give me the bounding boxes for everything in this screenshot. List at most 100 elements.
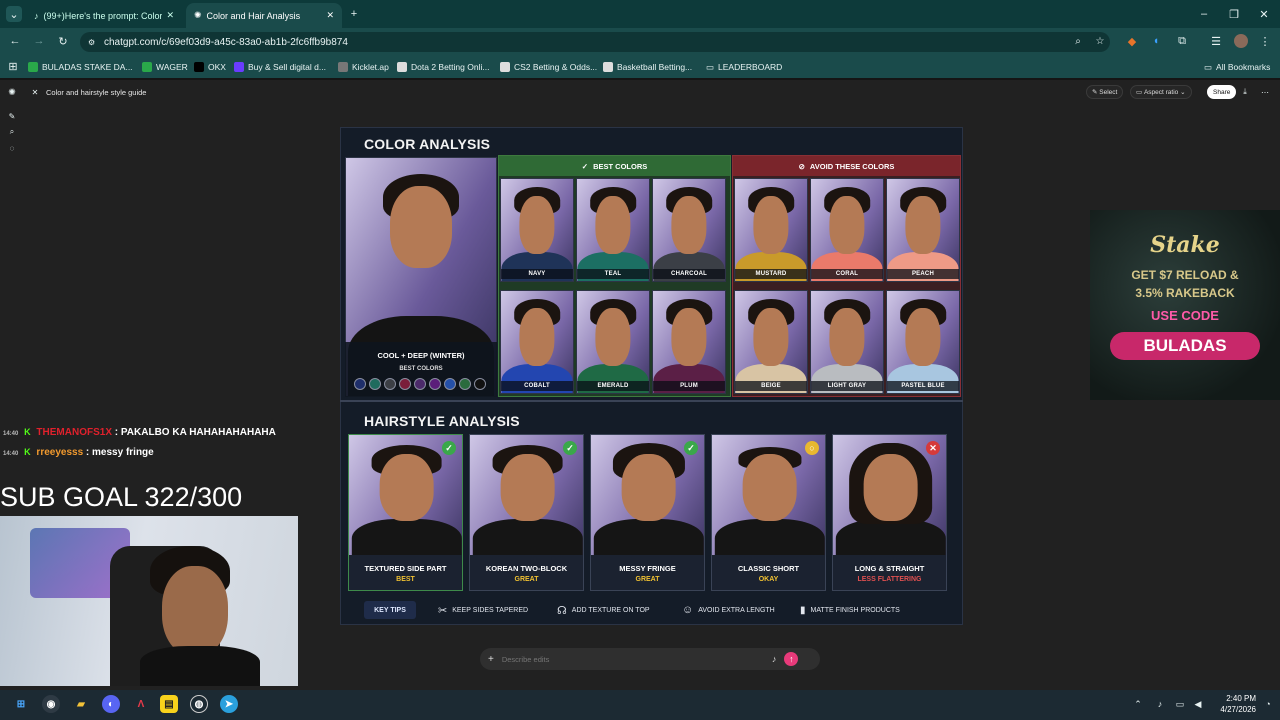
site-info-icon[interactable]: ⚙ bbox=[88, 38, 95, 47]
color-analysis-title: COLOR ANALYSIS bbox=[364, 136, 491, 152]
reading-list-icon[interactable]: ☰ bbox=[1210, 35, 1222, 48]
minimize-icon[interactable]: – bbox=[1196, 6, 1212, 22]
palette-swatch bbox=[459, 378, 471, 390]
hairstyle-name: TEXTURED SIDE PART bbox=[364, 564, 447, 573]
back-icon[interactable]: ← bbox=[8, 34, 22, 48]
address-bar[interactable]: ⚙ chatgpt.com/c/69ef03d9-a45c-83a0-ab1b-… bbox=[80, 32, 1110, 52]
bookmark-kicklet[interactable]: Kicklet.ap bbox=[338, 60, 389, 74]
tab-search-icon[interactable]: ⌄ bbox=[6, 6, 22, 22]
share-button[interactable]: Share bbox=[1207, 85, 1237, 99]
color-name: EMERALD bbox=[577, 381, 649, 391]
file-explorer-icon[interactable]: ▰ bbox=[72, 695, 90, 713]
bookmark-dota2[interactable]: Dota 2 Betting Onli... bbox=[397, 60, 489, 74]
select-button[interactable]: ✎ Select bbox=[1086, 85, 1124, 99]
openai-logo-icon[interactable]: ✺ bbox=[6, 86, 18, 98]
bookmark-basketball[interactable]: Basketball Betting... bbox=[603, 60, 692, 74]
clock-time[interactable]: 2:40 PM bbox=[1216, 694, 1256, 703]
obs-icon[interactable]: ◍ bbox=[190, 695, 208, 713]
extension-audio-icon[interactable]: ◖ bbox=[1150, 35, 1162, 47]
palette-swatch bbox=[384, 378, 396, 390]
bookmark-buladas[interactable]: BULADAS STAKE DA... bbox=[28, 60, 133, 74]
bookmark-star-icon[interactable]: ☆ bbox=[1094, 35, 1106, 47]
new-tab-icon[interactable]: + bbox=[346, 6, 362, 22]
hairstyle-rating: LESS FLATTERING bbox=[857, 576, 922, 583]
app-a-icon[interactable]: Λ bbox=[132, 695, 150, 713]
all-bookmarks[interactable]: ▭ All Bookmarks bbox=[1204, 60, 1270, 74]
describe-edits-input[interactable] bbox=[501, 654, 772, 664]
folder-icon: ▭ bbox=[706, 61, 715, 72]
chrome-icon[interactable]: ◉ bbox=[42, 695, 60, 713]
tab-color-hair[interactable]: ✺ Color and Hair Analysis ✕ bbox=[186, 3, 342, 28]
bookmark-buysell[interactable]: Buy & Sell digital d... bbox=[234, 60, 326, 74]
profile-avatar[interactable] bbox=[1234, 34, 1248, 48]
bookmark-cs2[interactable]: CS2 Betting & Odds... bbox=[500, 60, 597, 74]
bookmark-okx[interactable]: OKX bbox=[194, 60, 226, 74]
color-name: PEACH bbox=[887, 269, 959, 279]
reload-icon[interactable]: ↻ bbox=[56, 34, 70, 48]
close-icon[interactable]: ✕ bbox=[166, 10, 174, 21]
discord-icon[interactable]: ◐ bbox=[102, 695, 120, 713]
ad-line2: 3.5% RAKEBACK bbox=[1135, 286, 1235, 300]
color-name: COBALT bbox=[501, 381, 573, 391]
avoid-color-beige: BEIGE bbox=[734, 290, 808, 394]
color-name: MUSTARD bbox=[735, 269, 807, 279]
telegram-icon[interactable]: ➤ bbox=[220, 695, 238, 713]
more-icon[interactable]: ⋯ bbox=[1260, 87, 1270, 97]
plus-icon[interactable]: + bbox=[488, 654, 494, 665]
hairstyle-card: ✓ KOREAN TWO-BLOCK GREAT bbox=[469, 434, 584, 591]
chat-bubble-icon[interactable]: ◌ bbox=[6, 142, 18, 154]
bookmark-leaderboard[interactable]: ▭ LEADERBOARD bbox=[706, 60, 782, 74]
aspect-ratio-dropdown[interactable]: ▭ Aspect ratio ⌄ bbox=[1130, 85, 1192, 99]
hairstyle-rating: BEST bbox=[396, 576, 415, 583]
color-name: PASTEL BLUE bbox=[887, 381, 959, 391]
send-button[interactable]: ↑ bbox=[784, 652, 799, 666]
extension-fox-icon[interactable]: ◆ bbox=[1126, 35, 1138, 48]
avoid-colors-header: ⊘ AVOID THESE COLORS bbox=[733, 156, 960, 176]
hairstyle-name: MESSY FRINGE bbox=[619, 564, 676, 573]
editor-title: Color and hairstyle style guide bbox=[46, 88, 147, 97]
check-circle-icon: ✓ bbox=[581, 161, 589, 171]
close-editor-icon[interactable]: ✕ bbox=[30, 87, 40, 97]
notification-bell-icon[interactable]: ◔ bbox=[1262, 698, 1274, 710]
best-color-navy: NAVY bbox=[500, 178, 574, 282]
new-chat-icon[interactable]: ✎ bbox=[6, 110, 18, 122]
avoid-color-pastel-blue: PASTEL BLUE bbox=[886, 290, 960, 394]
chat-text: PAKALBO KA HAHAHAHAHAHA bbox=[120, 427, 276, 438]
sticky-notes-icon[interactable]: ▤ bbox=[160, 695, 178, 713]
bookmark-wager[interactable]: WAGER bbox=[142, 60, 188, 74]
folder-icon: ▭ bbox=[1204, 61, 1213, 72]
network-icon[interactable]: ▭ bbox=[1174, 698, 1186, 710]
hairstyle-rating: OKAY bbox=[758, 576, 779, 583]
mic-icon[interactable]: ♪ bbox=[772, 654, 777, 664]
avoid-color-peach: PEACH bbox=[886, 178, 960, 282]
zoom-icon[interactable]: ⌕ bbox=[1072, 35, 1084, 47]
chat-user: THEMANOFS1X bbox=[36, 427, 112, 438]
window-close-icon[interactable]: ✕ bbox=[1256, 6, 1272, 22]
ad-line1: GET $7 RELOAD & bbox=[1131, 268, 1239, 282]
forward-icon[interactable]: → bbox=[32, 34, 46, 48]
tip-tapered: ✂ KEEP SIDES TAPERED bbox=[438, 604, 529, 617]
extensions-icon[interactable]: ⧉ bbox=[1176, 35, 1188, 47]
hairstyle-name: KOREAN TWO-BLOCK bbox=[485, 564, 568, 573]
tab-chat-prompt[interactable]: ♪ (99+)Here's the prompt: Color a ✕ bbox=[26, 3, 182, 28]
best-colors-header: ✓ BEST COLORS bbox=[499, 156, 730, 176]
check-icon: ✓ bbox=[442, 441, 456, 455]
avoid-color-mustard: MUSTARD bbox=[734, 178, 808, 282]
restore-icon[interactable]: ❐ bbox=[1226, 6, 1242, 22]
close-icon[interactable]: ✕ bbox=[326, 10, 334, 21]
mic-tray-icon[interactable]: ♪ bbox=[1154, 698, 1166, 710]
menu-kebab-icon[interactable]: ⋮ bbox=[1260, 35, 1271, 48]
tab-label: Color and Hair Analysis bbox=[206, 10, 301, 21]
color-name: TEAL bbox=[577, 269, 649, 279]
volume-icon[interactable]: ◀ bbox=[1192, 698, 1204, 710]
chat-user: rreeyesss bbox=[36, 447, 84, 458]
start-icon[interactable]: ⊞ bbox=[12, 695, 30, 713]
chat-text: messy fringe bbox=[92, 447, 154, 458]
edit-composer[interactable]: + ♪ ↑ bbox=[480, 648, 820, 670]
tray-chevron-icon[interactable]: ⌃ bbox=[1132, 698, 1144, 710]
download-icon[interactable]: ⤓ bbox=[1240, 87, 1250, 97]
apps-grid-icon[interactable]: ⊞ bbox=[7, 60, 19, 73]
clock-date[interactable]: 4/27/2026 bbox=[1210, 705, 1256, 714]
search-icon[interactable]: ⌕ bbox=[6, 126, 18, 138]
head-icon: ☊ bbox=[557, 604, 567, 617]
